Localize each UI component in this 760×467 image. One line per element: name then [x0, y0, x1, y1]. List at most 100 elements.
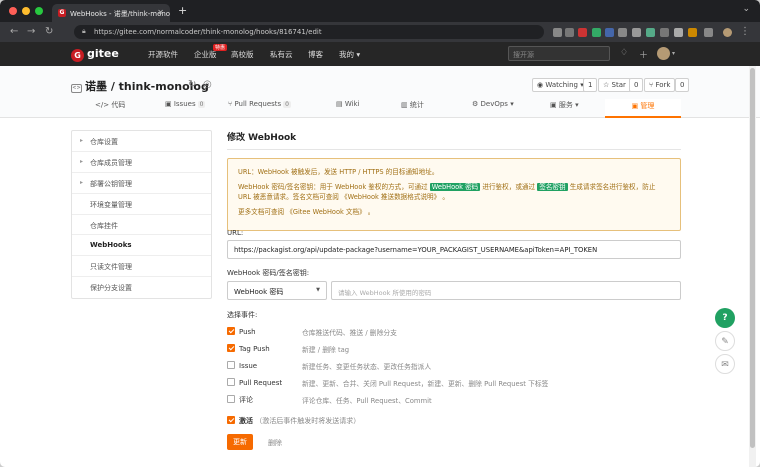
tab-search-icon[interactable]: ⌄ [742, 4, 750, 14]
forward-icon[interactable]: → [27, 26, 35, 37]
minimize-window-icon[interactable] [22, 7, 30, 15]
key-icon[interactable] [553, 28, 562, 37]
checkbox[interactable] [227, 378, 235, 386]
extension-icon[interactable] [704, 28, 713, 37]
nav-blog[interactable]: 博客 [308, 49, 323, 60]
nav-mine[interactable]: 我的 ▾ [339, 49, 360, 60]
page-title: 修改 WebHook [227, 133, 297, 143]
notification-icon[interactable]: ♢ [620, 48, 628, 58]
extension-icon[interactable] [578, 28, 587, 37]
url-field[interactable]: 🔒︎ https://gitee.com/normalcoder/think-m… [74, 25, 544, 39]
sidebar-item-protected-branches[interactable]: 保护分支设置 [72, 277, 211, 298]
delete-button[interactable]: 删除 [268, 438, 282, 448]
extension-icon[interactable] [632, 28, 641, 37]
sidebar-item-readonly-files[interactable]: 只读文件管理 [72, 256, 211, 278]
reload-icon[interactable]: ↻ [45, 26, 53, 37]
profile-avatar[interactable] [723, 28, 732, 37]
tab-services[interactable]: ▣ 服务 ▾ [550, 100, 579, 110]
event-push-desc: 仓库推送代码、推送 / 删除分支 [302, 329, 397, 337]
sidebar-item-env-vars[interactable]: 环境变量管理 [72, 194, 211, 215]
nav-university[interactable]: 高校版 [231, 49, 254, 60]
checkbox[interactable] [227, 416, 235, 424]
tab-pull-requests[interactable]: ⑂ Pull Requests 0 [228, 100, 291, 108]
tab-issues[interactable]: ▣ Issues 0 [165, 100, 206, 108]
extension-icon[interactable] [646, 28, 655, 37]
star-count[interactable]: 0 [629, 78, 644, 92]
gitee-logo[interactable]: Ggitee [71, 47, 119, 62]
zoom-window-icon[interactable] [35, 7, 43, 15]
event-tag-push-desc: 新建 / 删除 tag [302, 346, 350, 354]
settings-sidebar: ▸ 仓库设置 ▸ 仓库成员管理 ▸ 部署公钥管理 环境变量管理 仓库挂件 WebHoo… [71, 130, 212, 300]
activate-toggle[interactable]: 激活 （激活后事件触发时将发送请求） [227, 416, 360, 426]
gitee-logo-icon: G [71, 49, 84, 62]
chevron-down-icon[interactable]: ▾ [672, 50, 675, 57]
events-label: 选择事件: [227, 311, 258, 319]
extension-icon[interactable] [605, 28, 614, 37]
checkbox[interactable] [227, 395, 235, 403]
chevron-right-icon: ▸ [80, 157, 84, 165]
back-icon[interactable]: ← [10, 26, 18, 37]
help-icon[interactable]: ? [715, 308, 735, 328]
close-tab-icon[interactable]: ✕ [157, 8, 164, 17]
divider [227, 149, 681, 150]
address-bar-row: ← → ↻ 🔒︎ https://gitee.com/normalcoder/t… [0, 22, 760, 42]
url-label: URL: [227, 229, 244, 237]
close-window-icon[interactable] [9, 7, 17, 15]
nav-private-cloud[interactable]: 私有云 [270, 49, 293, 60]
add-icon[interactable]: ＋ [639, 48, 648, 61]
notice-docs: 更多文档可查阅 《Gitee WebHook 文档》 。 [238, 207, 375, 216]
sidebar-item-repo-settings[interactable]: ▸ 仓库设置 [72, 131, 211, 152]
search-input[interactable]: 搜开源 [508, 46, 610, 61]
wechat-icon[interactable]: ◎ [203, 79, 212, 90]
sidebar-item-widgets[interactable]: 仓库挂件 [72, 215, 211, 236]
browser-menu-icon[interactable]: ⋮ [740, 26, 750, 37]
watch-button[interactable]: ◉ Watching ▾ [532, 78, 589, 92]
scrollbar-thumb[interactable] [750, 68, 755, 448]
fork-count[interactable]: 0 [675, 78, 690, 92]
event-issue[interactable]: Issue [227, 361, 257, 370]
tab-title: WebHooks - 诺墨/think-monolog [70, 10, 170, 18]
promo-badge: 特惠 [213, 44, 228, 51]
password-input[interactable]: 请输入 WebHook 所使用的密码 [331, 281, 681, 300]
event-pull-request[interactable]: Pull Request [227, 378, 282, 387]
sidebar-item-deploy-keys[interactable]: ▸ 部署公钥管理 [72, 173, 211, 194]
url-input[interactable]: https://packagist.org/api/update-package… [227, 240, 681, 259]
nav-open-source[interactable]: 开源软件 [148, 49, 178, 60]
event-comment-desc: 评论仓库、任务、Pull Request、Commit [302, 397, 432, 405]
tab-stats[interactable]: ▥ 统计 [401, 100, 424, 110]
secret-label: WebHook 密码/签名密钥: [227, 269, 310, 277]
extension-icon[interactable] [674, 28, 683, 37]
message-icon[interactable]: ✉ [715, 354, 735, 374]
extension-icon[interactable] [688, 28, 697, 37]
checkbox[interactable] [227, 344, 235, 352]
event-issue-desc: 新建任务、变更任务状态、更改任务指派人 [302, 363, 432, 371]
event-comment[interactable]: 评论 [227, 395, 253, 405]
extension-icon[interactable] [592, 28, 601, 37]
star-button[interactable]: ☆ Star [598, 78, 631, 92]
edit-icon[interactable]: ✎ [715, 331, 735, 351]
tab-code[interactable]: </> 代码 [95, 100, 125, 110]
checkbox[interactable] [227, 361, 235, 369]
sync-icon[interactable]: ↻ [188, 79, 196, 90]
sidebar-item-members[interactable]: ▸ 仓库成员管理 [72, 152, 211, 173]
bookmark-star-icon[interactable] [565, 28, 574, 37]
event-push[interactable]: Push [227, 327, 256, 336]
repo-header: <> 诺墨 / think-monolog ↻ ◎ ◉ Watching ▾ 1 … [0, 66, 760, 118]
extension-icon[interactable] [660, 28, 669, 37]
user-avatar[interactable] [657, 47, 670, 60]
site-header: Ggitee 开源软件 企业版 特惠 高校版 私有云 博客 我的 ▾ 搜开源 ♢… [0, 42, 760, 66]
chevron-right-icon: ▸ [80, 137, 84, 144]
new-tab-icon[interactable]: + [178, 4, 187, 17]
event-tag-push[interactable]: Tag Push [227, 344, 270, 353]
secret-type-select[interactable]: WebHook 密码 ▼ [227, 281, 327, 300]
browser-tab[interactable]: G WebHooks - 诺墨/think-monolog ✕ [52, 4, 170, 22]
tab-manage[interactable]: ▣ 管理 [605, 99, 681, 118]
tab-devops[interactable]: ⚙ DevOps ▾ [472, 100, 514, 108]
sidebar-item-webhooks[interactable]: WebHooks [72, 235, 211, 257]
watch-count[interactable]: 1 [583, 78, 598, 92]
extension-icon[interactable] [618, 28, 627, 37]
tab-wiki[interactable]: ▤ Wiki [336, 100, 360, 108]
update-button[interactable]: 更新 [227, 434, 253, 450]
checkbox[interactable] [227, 327, 235, 335]
fork-button[interactable]: ⑂ Fork [644, 78, 676, 92]
